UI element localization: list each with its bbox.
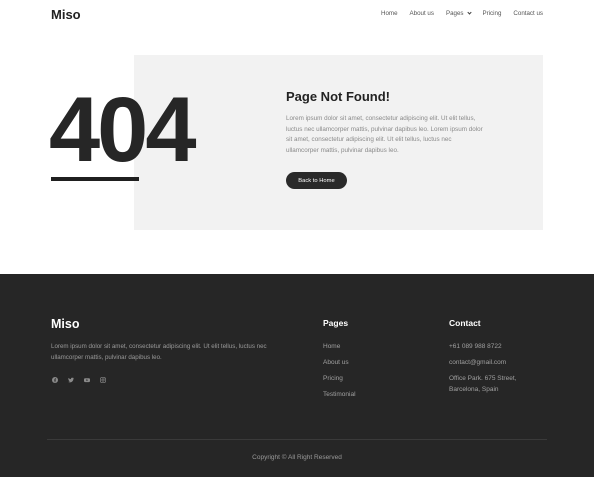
- nav-home[interactable]: Home: [381, 10, 398, 17]
- twitter-icon[interactable]: [67, 376, 75, 384]
- footer-divider: [47, 439, 547, 440]
- footer-description: Lorem ipsum dolor sit amet, consectetur …: [51, 343, 267, 361]
- error-description: Lorem ipsum dolor sit amet, consectetur …: [286, 115, 483, 154]
- footer-contact-list: +61 089 988 8722 contact@gmail.com Offic…: [449, 342, 545, 401]
- nav-pages[interactable]: Pages: [445, 10, 472, 17]
- social-links: [51, 376, 115, 384]
- nav-about-label: About us: [409, 10, 434, 17]
- youtube-icon[interactable]: [83, 376, 91, 384]
- contact-address: Office Park. 675 Street, Barcelona, Spai…: [449, 375, 517, 393]
- footer-pages-title: Pages: [323, 318, 349, 328]
- footer-pages-list: Home About us Pricing Testimonial: [323, 342, 356, 406]
- nav-pricing-label: Pricing: [482, 10, 502, 17]
- chevron-down-icon: [466, 10, 472, 15]
- error-title: Page Not Found!: [286, 89, 390, 104]
- site-header: Miso Home About us Pages Pricing Contact…: [0, 0, 594, 30]
- site-footer: Miso Lorem ipsum dolor sit amet, consect…: [0, 274, 594, 477]
- footer-link-pricing[interactable]: Pricing: [323, 374, 356, 384]
- facebook-icon[interactable]: [51, 376, 59, 384]
- nav-about[interactable]: About us: [410, 10, 434, 17]
- footer-link-home[interactable]: Home: [323, 342, 356, 352]
- nav-pricing[interactable]: Pricing: [483, 10, 502, 17]
- footer-link-about[interactable]: About us: [323, 358, 356, 368]
- nav-home-label: Home: [381, 10, 398, 17]
- back-to-home-button[interactable]: Back to Home: [286, 172, 347, 189]
- error-code: 404: [49, 79, 196, 181]
- error-code-underline: [51, 177, 139, 181]
- instagram-icon[interactable]: [99, 376, 107, 384]
- nav-contact-label: Contact us: [513, 10, 543, 17]
- main-nav: Home About us Pages Pricing Contact us: [369, 10, 543, 17]
- contact-email[interactable]: contact@gmail.com: [449, 358, 545, 368]
- footer-link-testimonial[interactable]: Testimonial: [323, 390, 356, 400]
- footer-contact-title: Contact: [449, 318, 481, 328]
- nav-pages-label: Pages: [445, 10, 464, 17]
- site-logo[interactable]: Miso: [51, 7, 81, 22]
- nav-contact[interactable]: Contact us: [513, 10, 543, 17]
- contact-phone[interactable]: +61 089 988 8722: [449, 342, 545, 352]
- footer-logo[interactable]: Miso: [51, 317, 79, 331]
- copyright-text: Copyright © All Right Reserved: [252, 454, 342, 461]
